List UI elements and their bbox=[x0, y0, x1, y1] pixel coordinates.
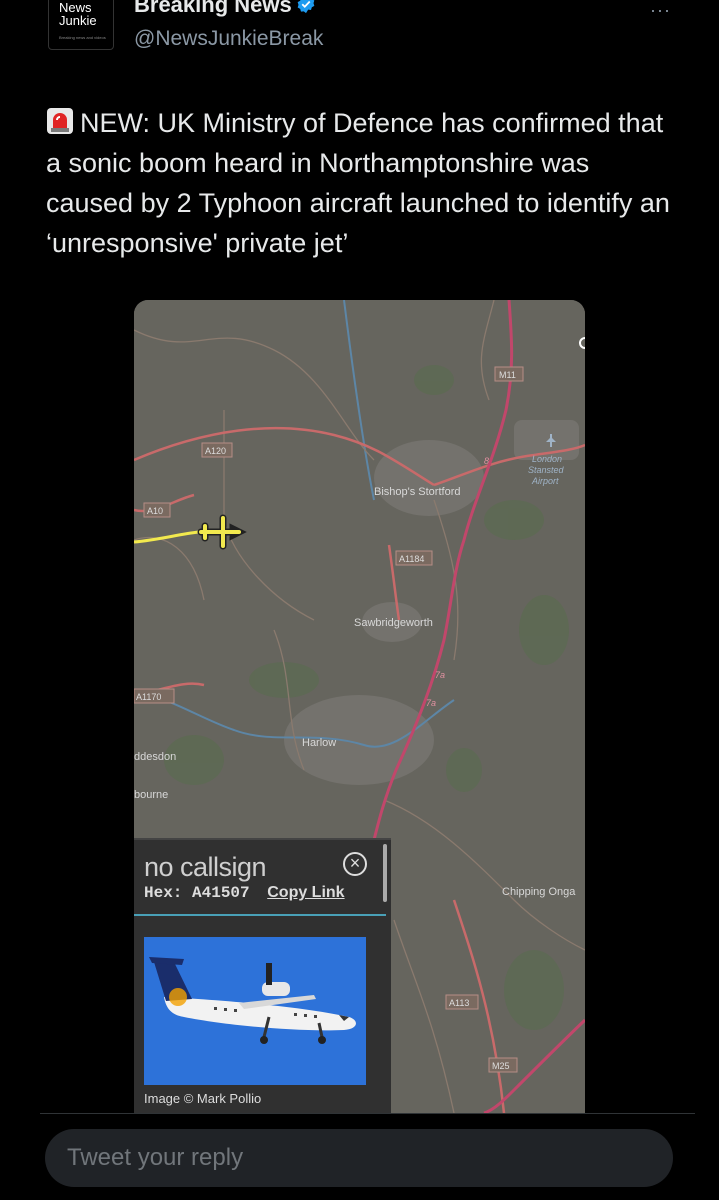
label-m25: M25 bbox=[492, 1061, 510, 1071]
label-a10: A10 bbox=[147, 506, 163, 516]
label-broxbourne: bourne bbox=[134, 789, 168, 801]
label-sawbridgeworth: Sawbridgeworth bbox=[354, 617, 433, 629]
tweet-media[interactable]: A120 A10 M11 A1184 A1170 A113 M25 Bishop… bbox=[134, 300, 585, 1113]
label-bishops-stortford: Bishop's Stortford bbox=[374, 486, 460, 498]
hex-label: Hex: bbox=[144, 884, 183, 902]
aircraft-photo[interactable] bbox=[144, 937, 366, 1085]
handle[interactable]: @NewsJunkieBreak bbox=[134, 27, 323, 51]
label-harlow: Harlow bbox=[302, 737, 336, 749]
label-junction-8: 8 bbox=[484, 456, 489, 466]
label-stansted-3: Airport bbox=[531, 476, 559, 486]
hex-row: Hex: A41507 Copy Link bbox=[144, 884, 345, 902]
reply-input[interactable]: Tweet your reply bbox=[45, 1129, 673, 1187]
more-options-icon[interactable]: ··· bbox=[650, 0, 671, 21]
popup-divider bbox=[134, 914, 386, 916]
siren-icon bbox=[47, 108, 73, 134]
avatar-line-2: Junkie bbox=[59, 13, 97, 28]
label-chipping-ongar: Chipping Onga bbox=[502, 886, 576, 898]
reply-divider bbox=[40, 1113, 695, 1114]
display-name[interactable]: Breaking News bbox=[134, 0, 316, 18]
label-m11: M11 bbox=[499, 370, 516, 380]
label-stansted-2: Stansted bbox=[528, 465, 565, 475]
label-a1170: A1170 bbox=[136, 692, 161, 702]
avatar-tagline: Breaking news and videos bbox=[59, 35, 106, 40]
close-popup-button[interactable]: × bbox=[343, 852, 367, 876]
label-stansted-1: London bbox=[532, 454, 562, 464]
tweet-body: NEW: UK Ministry of Defence has confirme… bbox=[46, 108, 670, 258]
label-a113: A113 bbox=[449, 998, 469, 1008]
avatar[interactable]: News Junkie Breaking news and videos bbox=[48, 0, 114, 50]
popup-scrollbar[interactable] bbox=[383, 844, 387, 902]
hex-value: A41507 bbox=[192, 884, 250, 902]
image-credit: Image © Mark Pollio bbox=[144, 1091, 262, 1106]
aircraft-info-popup: no callsign × Hex: A41507 Copy Link Imag… bbox=[134, 838, 391, 1113]
label-a1184: A1184 bbox=[399, 554, 424, 564]
label-junction-7a-2: 7a bbox=[426, 698, 436, 708]
aircraft-photo-graphic bbox=[144, 937, 366, 1085]
label-a120: A120 bbox=[205, 446, 226, 456]
verified-badge-icon bbox=[297, 0, 315, 14]
display-name-text: Breaking News bbox=[134, 0, 292, 17]
label-hoddesdon: ddesdon bbox=[134, 751, 176, 763]
callsign: no callsign bbox=[144, 852, 267, 882]
tweet-text: NEW: UK Ministry of Defence has confirme… bbox=[46, 103, 676, 263]
copy-link-button[interactable]: Copy Link bbox=[267, 884, 344, 901]
label-junction-7a-1: 7a bbox=[435, 670, 445, 680]
